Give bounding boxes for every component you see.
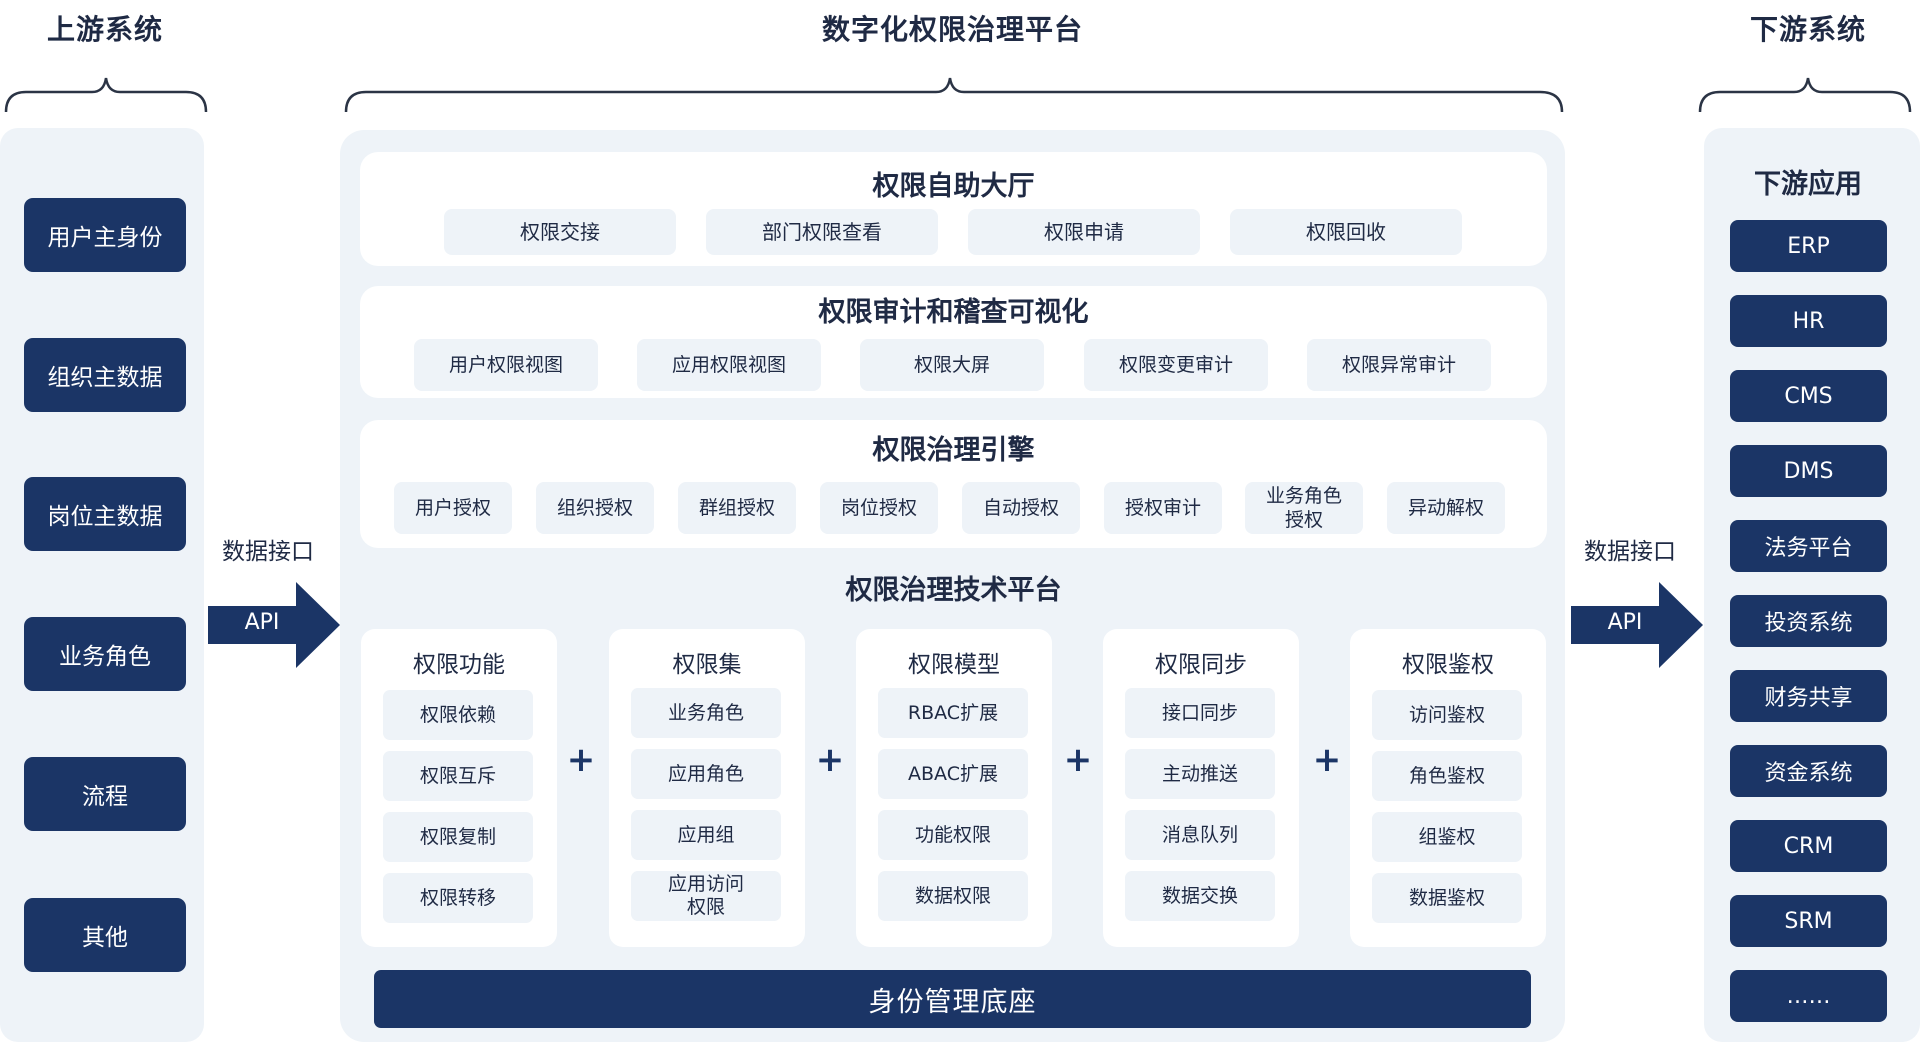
downstream-item[interactable]: DMS: [1730, 445, 1887, 497]
column-title: 权限模型: [908, 652, 1000, 678]
upstream-item[interactable]: 岗位主数据: [24, 477, 186, 551]
downstream-item[interactable]: 资金系统: [1730, 745, 1887, 797]
column-item[interactable]: 权限互斥: [383, 751, 533, 801]
column-item[interactable]: 数据权限: [878, 871, 1028, 921]
platform-heading: 数字化权限治理平台: [821, 13, 1083, 46]
upstream-item[interactable]: 流程: [24, 757, 186, 831]
column-item[interactable]: 权限依赖: [383, 690, 533, 740]
self-service-item[interactable]: 部门权限查看: [706, 209, 938, 255]
engine-item[interactable]: 授权审计: [1104, 482, 1222, 534]
engine-title: 权限治理引擎: [872, 435, 1035, 466]
self-service-item[interactable]: 权限回收: [1230, 209, 1462, 255]
plus-icon: +: [566, 740, 596, 780]
self-service-item[interactable]: 权限交接: [444, 209, 676, 255]
engine-item[interactable]: 自动授权: [962, 482, 1080, 534]
column-item[interactable]: 消息队列: [1125, 810, 1275, 860]
left-api-text: API: [244, 610, 280, 635]
engine-item[interactable]: 群组授权: [678, 482, 796, 534]
audit-item[interactable]: 用户权限视图: [414, 339, 598, 391]
engine-item[interactable]: 岗位授权: [820, 482, 938, 534]
column-item[interactable]: 接口同步: [1125, 688, 1275, 738]
column-title: 权限功能: [413, 652, 505, 678]
downstream-item[interactable]: CRM: [1730, 820, 1887, 872]
downstream-item[interactable]: 投资系统: [1730, 595, 1887, 647]
column-item[interactable]: 角色鉴权: [1372, 751, 1522, 801]
downstream-item[interactable]: 财务共享: [1730, 670, 1887, 722]
column-item[interactable]: 数据鉴权: [1372, 873, 1522, 923]
right-api-label: 数据接口: [1584, 539, 1676, 565]
upstream-item[interactable]: 其他: [24, 898, 186, 972]
tech-column-authz: 权限鉴权 访问鉴权 角色鉴权 组鉴权 数据鉴权: [1350, 629, 1546, 947]
self-service-title: 权限自助大厅: [872, 171, 1035, 202]
tech-platform-title: 权限治理技术平台: [845, 575, 1062, 606]
platform-brace: [344, 77, 1564, 113]
plus-icon: +: [1063, 740, 1093, 780]
column-item[interactable]: 应用组: [631, 810, 781, 860]
right-api-text: API: [1607, 610, 1643, 635]
downstream-item[interactable]: 法务平台: [1730, 520, 1887, 572]
upstream-heading: 上游系统: [46, 13, 163, 46]
downstream-brace: [1698, 77, 1912, 113]
upstream-item[interactable]: 业务角色: [24, 617, 186, 691]
audit-item[interactable]: 权限大屏: [860, 339, 1044, 391]
column-item[interactable]: 数据交换: [1125, 871, 1275, 921]
tech-column-functions: 权限功能 权限依赖 权限互斥 权限复制 权限转移: [361, 629, 557, 947]
audit-item[interactable]: 权限异常审计: [1307, 339, 1491, 391]
engine-item[interactable]: 业务角色 授权: [1245, 482, 1363, 534]
downstream-title: 下游应用: [1754, 169, 1862, 200]
audit-item[interactable]: 应用权限视图: [637, 339, 821, 391]
column-item[interactable]: 应用角色: [631, 749, 781, 799]
downstream-item[interactable]: CMS: [1730, 370, 1887, 422]
column-item[interactable]: 权限复制: [383, 812, 533, 862]
tech-column-sets: 权限集 业务角色 应用角色 应用组 应用访问 权限: [609, 629, 805, 947]
audit-title: 权限审计和稽查可视化: [818, 297, 1089, 328]
tech-column-models: 权限模型 RBAC扩展 ABAC扩展 功能权限 数据权限: [856, 629, 1052, 947]
downstream-item[interactable]: HR: [1730, 295, 1887, 347]
plus-icon: +: [1312, 740, 1342, 780]
column-item[interactable]: 权限转移: [383, 873, 533, 923]
downstream-item[interactable]: ……: [1730, 970, 1887, 1022]
column-item[interactable]: 应用访问 权限: [631, 871, 781, 921]
self-service-item[interactable]: 权限申请: [968, 209, 1200, 255]
column-title: 权限鉴权: [1402, 652, 1494, 678]
column-item[interactable]: ABAC扩展: [878, 749, 1028, 799]
engine-item[interactable]: 用户授权: [394, 482, 512, 534]
column-title: 权限集: [672, 652, 742, 678]
upstream-item[interactable]: 用户主身份: [24, 198, 186, 272]
column-item[interactable]: 访问鉴权: [1372, 690, 1522, 740]
column-item[interactable]: RBAC扩展: [878, 688, 1028, 738]
column-title: 权限同步: [1155, 652, 1247, 678]
engine-item[interactable]: 组织授权: [536, 482, 654, 534]
upstream-item[interactable]: 组织主数据: [24, 338, 186, 412]
downstream-item[interactable]: ERP: [1730, 220, 1887, 272]
column-item[interactable]: 主动推送: [1125, 749, 1275, 799]
plus-icon: +: [815, 740, 845, 780]
column-item[interactable]: 组鉴权: [1372, 812, 1522, 862]
left-api-label: 数据接口: [222, 539, 314, 565]
upstream-brace: [4, 77, 208, 113]
column-item[interactable]: 业务角色: [631, 688, 781, 738]
tech-column-sync: 权限同步 接口同步 主动推送 消息队列 数据交换: [1103, 629, 1299, 947]
engine-item[interactable]: 异动解权: [1387, 482, 1505, 534]
downstream-item[interactable]: SRM: [1730, 895, 1887, 947]
downstream-heading: 下游系统: [1749, 13, 1866, 46]
identity-base-bar[interactable]: 身份管理底座: [374, 970, 1531, 1028]
audit-item[interactable]: 权限变更审计: [1084, 339, 1268, 391]
column-item[interactable]: 功能权限: [878, 810, 1028, 860]
